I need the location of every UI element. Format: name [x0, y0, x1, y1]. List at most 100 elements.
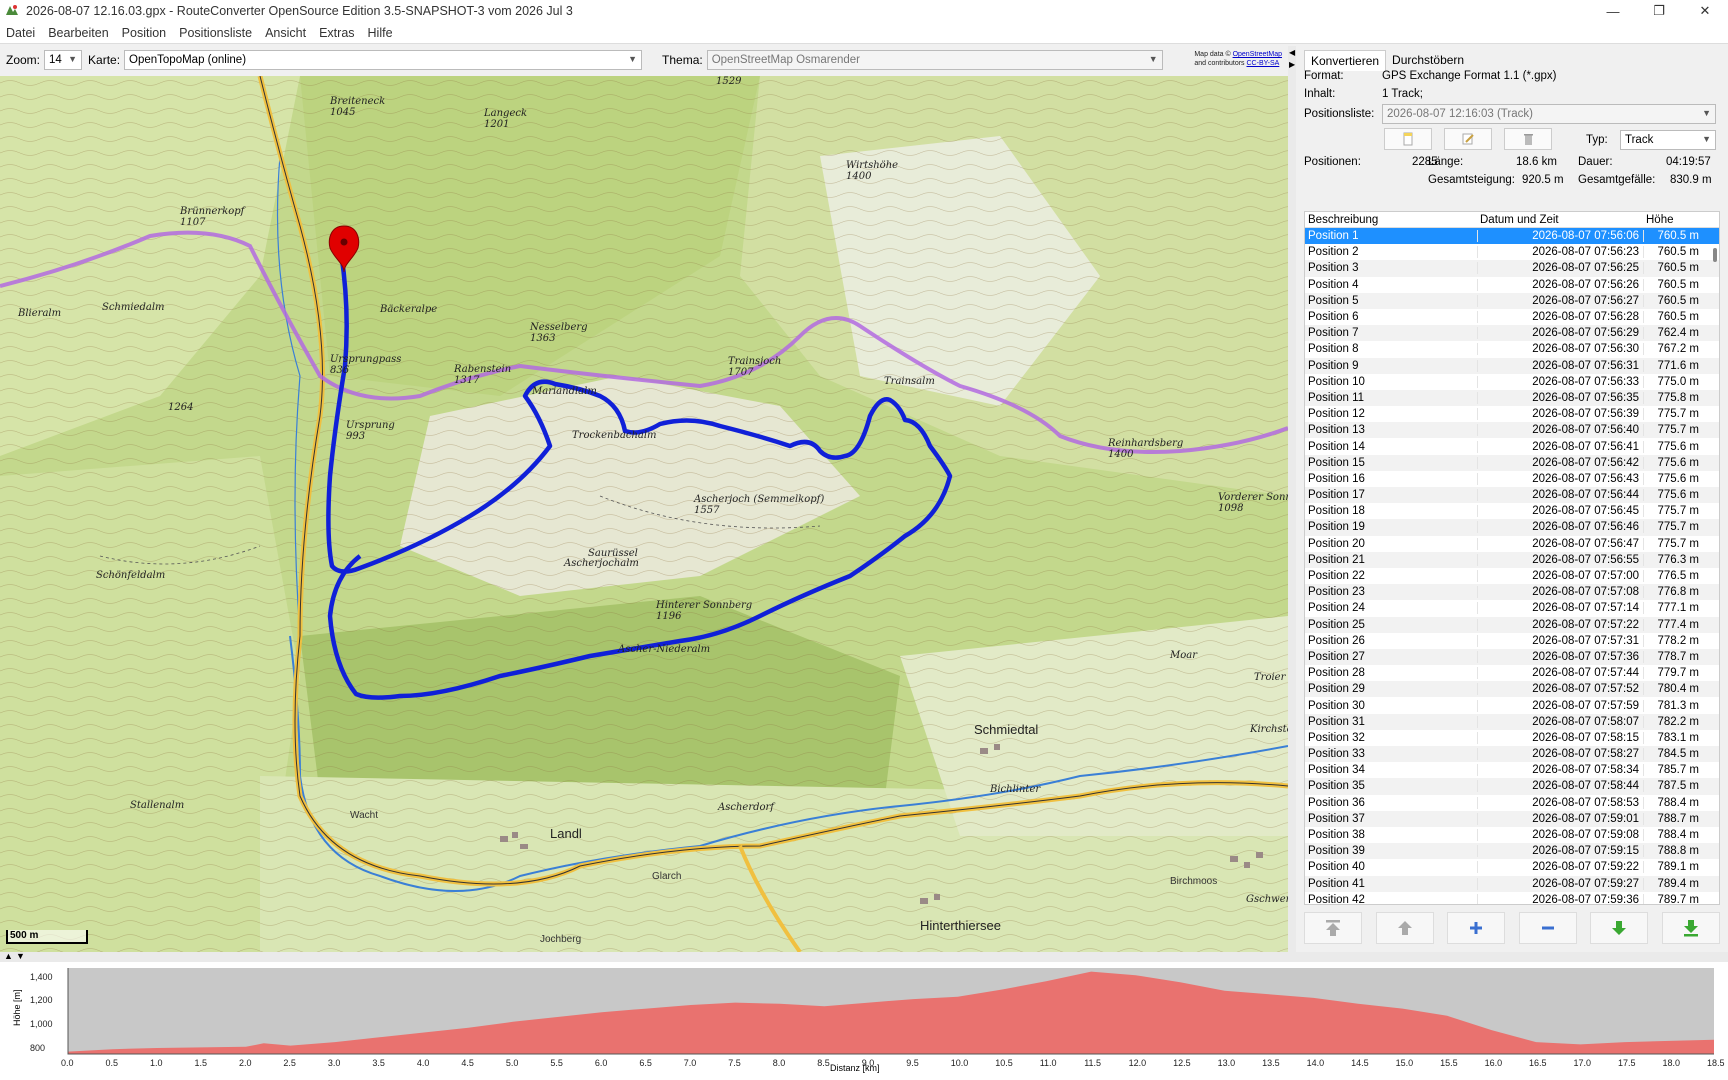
table-row[interactable]: Position 26 2026-08-07 07:57:31 778.2 m: [1305, 633, 1719, 649]
tab-konvertieren[interactable]: Konvertieren: [1304, 50, 1387, 71]
menu-hilfe[interactable]: Hilfe: [362, 26, 400, 40]
table-row[interactable]: Position 8 2026-08-07 07:56:30 767.2 m: [1305, 341, 1719, 357]
x-tick-label: 4.5: [461, 1058, 474, 1068]
cell-datetime: 2026-08-07 07:58:53: [1477, 796, 1643, 809]
table-row[interactable]: Position 21 2026-08-07 07:56:55 776.3 m: [1305, 551, 1719, 568]
move-to-top-icon: [1326, 920, 1340, 936]
column-header-elevation[interactable]: Höhe: [1643, 214, 1703, 226]
table-row[interactable]: Position 19 2026-08-07 07:56:46 775.7 m: [1305, 519, 1719, 536]
table-row[interactable]: Position 12 2026-08-07 07:56:39 775.7 m: [1305, 406, 1719, 422]
column-header-datetime[interactable]: Datum und Zeit: [1477, 214, 1643, 226]
cell-description: Position 19: [1308, 521, 1365, 534]
zoom-select[interactable]: 14 ▼: [44, 50, 83, 70]
positions-table[interactable]: Beschreibung Datum und Zeit Höhe Positio…: [1304, 211, 1720, 905]
new-list-button[interactable]: [1384, 128, 1432, 150]
table-row[interactable]: Position 32 2026-08-07 07:58:15 783.1 m: [1305, 730, 1719, 746]
table-row[interactable]: Position 1 2026-08-07 07:56:06 760.5 m: [1305, 228, 1719, 245]
x-tick-label: 4.0: [416, 1058, 430, 1068]
table-row[interactable]: Position 16 2026-08-07 07:56:43 775.6 m: [1305, 471, 1719, 487]
cell-datetime: 2026-08-07 07:56:25: [1477, 262, 1643, 275]
table-row[interactable]: Position 29 2026-08-07 07:57:52 780.4 m: [1305, 681, 1719, 698]
collapse-right-icon[interactable]: ▶: [1289, 60, 1295, 69]
table-row[interactable]: Position 39 2026-08-07 07:59:15 788.8 m: [1305, 843, 1719, 860]
collapse-down-icon[interactable]: ▼: [16, 951, 25, 961]
table-row[interactable]: Position 23 2026-08-07 07:57:08 776.8 m: [1305, 584, 1719, 601]
cell-description: Position 33: [1308, 748, 1365, 761]
x-tick-label: 1.5: [194, 1058, 207, 1068]
table-row[interactable]: Position 37 2026-08-07 07:59:01 788.7 m: [1305, 810, 1719, 827]
table-row[interactable]: Position 17 2026-08-07 07:56:44 775.6 m: [1305, 487, 1719, 504]
cell-elevation: 775.7 m: [1643, 424, 1703, 437]
table-row[interactable]: Position 30 2026-08-07 07:57:59 781.3 m: [1305, 697, 1719, 713]
remove-position-button[interactable]: [1518, 912, 1577, 944]
move-down-button[interactable]: [1590, 912, 1649, 944]
minimize-button[interactable]: —: [1590, 0, 1636, 22]
table-row[interactable]: Position 22 2026-08-07 07:57:00 776.5 m: [1305, 568, 1719, 584]
theme-select[interactable]: OpenStreetMap Osmarender ▼: [706, 50, 1163, 70]
menu-ansicht[interactable]: Ansicht: [259, 26, 313, 40]
map-label-moar: Moar: [1170, 650, 1198, 661]
table-scrollbar[interactable]: [1713, 248, 1717, 262]
table-row[interactable]: Position 36 2026-08-07 07:58:53 788.4 m: [1305, 795, 1719, 811]
cell-description: Position 25: [1308, 618, 1365, 631]
cell-description: Position 32: [1308, 731, 1365, 744]
menu-bearbeiten[interactable]: Bearbeiten: [42, 26, 115, 40]
table-row[interactable]: Position 11 2026-08-07 07:56:35 775.8 m: [1305, 389, 1719, 407]
table-row[interactable]: Position 40 2026-08-07 07:59:22 789.1 m: [1305, 859, 1719, 875]
table-row[interactable]: Position 38 2026-08-07 07:59:08 788.4 m: [1305, 827, 1719, 843]
tab-durchstobern[interactable]: Durchstöbern: [1386, 50, 1470, 71]
column-header-description[interactable]: Beschreibung: [1305, 214, 1477, 226]
menu-extras[interactable]: Extras: [313, 26, 361, 40]
position-list-select[interactable]: 2026-08-07 12:16:03 (Track) ▼: [1382, 104, 1716, 124]
map-select[interactable]: OpenTopoMap (online) ▼: [124, 50, 643, 70]
table-row[interactable]: Position 3 2026-08-07 07:56:25 760.5 m: [1305, 260, 1719, 277]
menu-positionsliste[interactable]: Positionsliste: [173, 26, 259, 40]
add-position-button[interactable]: [1447, 912, 1506, 944]
maximize-button[interactable]: ❐: [1636, 0, 1682, 22]
horizontal-splitter[interactable]: ▲ ▼: [0, 951, 1728, 962]
table-row[interactable]: Position 15 2026-08-07 07:56:42 775.6 m: [1305, 454, 1719, 471]
collapse-left-icon[interactable]: ◀: [1289, 48, 1295, 57]
license-link[interactable]: CC-BY-SA: [1247, 60, 1280, 67]
table-row[interactable]: Position 2 2026-08-07 07:56:23 760.5 m: [1305, 244, 1719, 260]
move-up-button[interactable]: [1375, 912, 1434, 944]
table-row[interactable]: Position 28 2026-08-07 07:57:44 779.7 m: [1305, 665, 1719, 681]
table-row[interactable]: Position 34 2026-08-07 07:58:34 785.7 m: [1305, 762, 1719, 778]
table-row[interactable]: Position 42 2026-08-07 07:59:36 789.7 m: [1305, 892, 1719, 904]
osm-link[interactable]: OpenStreetMap: [1233, 51, 1282, 58]
move-to-bottom-button[interactable]: [1661, 912, 1720, 944]
x-tick-label: 8.5: [817, 1058, 830, 1068]
delete-list-button[interactable]: [1504, 128, 1552, 150]
type-select[interactable]: Track ▼: [1620, 130, 1716, 150]
table-row[interactable]: Position 31 2026-08-07 07:58:07 782.2 m: [1305, 713, 1719, 730]
close-button[interactable]: ✕: [1682, 0, 1728, 22]
vertical-splitter[interactable]: ◀ ▶: [1288, 46, 1296, 952]
table-row[interactable]: Position 10 2026-08-07 07:56:33 775.0 m: [1305, 374, 1719, 390]
menu-datei[interactable]: Datei: [0, 26, 42, 40]
expand-up-icon[interactable]: ▲: [4, 951, 13, 961]
table-row[interactable]: Position 20 2026-08-07 07:56:47 775.7 m: [1305, 536, 1719, 552]
table-row[interactable]: Position 13 2026-08-07 07:56:40 775.7 m: [1305, 422, 1719, 439]
elevation-profile[interactable]: 800 1,000 1,200 1,400 0.0 0.5 1.0 1.5 2.0 2.5 3.0…: [0, 962, 1728, 1080]
table-row[interactable]: Position 25 2026-08-07 07:57:22 777.4 m: [1305, 616, 1719, 633]
table-row[interactable]: Position 27 2026-08-07 07:57:36 778.7 m: [1305, 648, 1719, 666]
rename-list-button[interactable]: [1444, 128, 1492, 150]
menu-position[interactable]: Position: [116, 26, 173, 40]
table-row[interactable]: Position 9 2026-08-07 07:56:31 771.6 m: [1305, 357, 1719, 374]
move-to-top-button[interactable]: [1304, 912, 1362, 944]
table-row[interactable]: Position 7 2026-08-07 07:56:29 762.4 m: [1305, 325, 1719, 342]
table-row[interactable]: Position 35 2026-08-07 07:58:44 787.5 m: [1305, 778, 1719, 795]
cell-description: Position 14: [1308, 440, 1365, 453]
table-row[interactable]: Position 14 2026-08-07 07:56:41 775.6 m: [1305, 438, 1719, 454]
cell-elevation: 781.3 m: [1643, 699, 1703, 712]
table-row[interactable]: Position 4 2026-08-07 07:56:26 760.5 m: [1305, 277, 1719, 293]
table-row[interactable]: Position 6 2026-08-07 07:56:28 760.5 m: [1305, 309, 1719, 325]
cell-datetime: 2026-08-07 07:57:59: [1477, 699, 1643, 712]
map-label-schmiedtal: Schmiedtal: [974, 722, 1039, 737]
table-row[interactable]: Position 5 2026-08-07 07:56:27 760.5 m: [1305, 292, 1719, 309]
table-row[interactable]: Position 33 2026-08-07 07:58:27 784.5 m: [1305, 746, 1719, 763]
table-row[interactable]: Position 18 2026-08-07 07:56:45 775.7 m: [1305, 503, 1719, 519]
map-view[interactable]: Breiteneck 1045 Langeck 1201 1529 Wirtshöh…: [0, 76, 1288, 952]
table-row[interactable]: Position 24 2026-08-07 07:57:14 777.1 m: [1305, 600, 1719, 616]
table-row[interactable]: Position 41 2026-08-07 07:59:27 789.4 m: [1305, 875, 1719, 892]
